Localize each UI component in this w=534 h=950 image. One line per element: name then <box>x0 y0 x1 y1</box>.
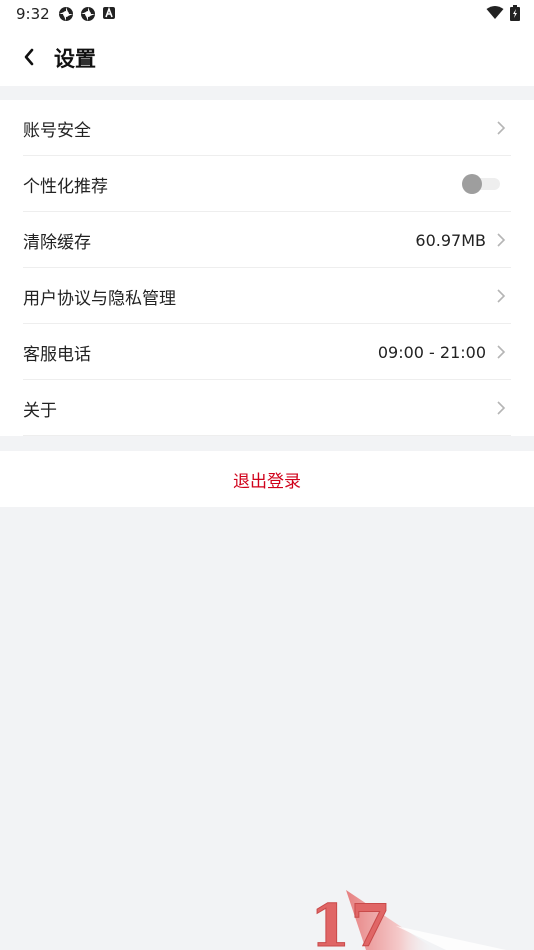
toggle-knob <box>462 174 482 194</box>
chevron-right-icon <box>497 289 506 303</box>
settings-item-label: 账号安全 <box>23 120 91 141</box>
cache-size-value: 60.97MB <box>415 230 486 250</box>
service-hours-value: 09:00 - 21:00 <box>377 342 486 362</box>
settings-item-label: 清除缓存 <box>23 232 91 253</box>
aperture-icon <box>81 7 95 21</box>
settings-item-label: 关于 <box>23 400 57 421</box>
watermark-logo: 17 <box>310 890 506 950</box>
aperture-icon <box>59 7 73 21</box>
status-icons-left <box>58 6 116 22</box>
settings-item-label: 个性化推荐 <box>23 176 108 197</box>
settings-item-about[interactable]: 关于 <box>0 380 534 436</box>
back-button[interactable] <box>14 42 44 72</box>
settings-list: 账号安全 个性化推荐 清除缓存 60.97MB 用户协议与隐私管理 客服电话 0… <box>0 100 534 436</box>
logout-label: 退出登录 <box>233 471 301 492</box>
status-icons-right <box>486 5 520 21</box>
status-bar: 9:32 <box>0 0 534 28</box>
settings-item-clear-cache[interactable]: 清除缓存 60.97MB <box>0 212 534 268</box>
settings-item-personalized-recommendation: 个性化推荐 <box>0 156 534 212</box>
settings-item-account-security[interactable]: 账号安全 <box>0 100 534 156</box>
settings-item-label: 客服电话 <box>23 344 91 365</box>
header: 设置 <box>0 28 534 86</box>
wifi-icon <box>486 6 504 19</box>
settings-item-user-agreement-privacy[interactable]: 用户协议与隐私管理 <box>0 268 534 324</box>
chevron-right-icon <box>497 401 506 415</box>
status-time: 9:32 <box>16 5 50 23</box>
settings-item-customer-service[interactable]: 客服电话 09:00 - 21:00 <box>0 324 534 380</box>
chevron-right-icon <box>497 345 506 359</box>
personalized-recommendation-toggle[interactable] <box>462 174 500 194</box>
chevron-right-icon <box>497 121 506 135</box>
settings-item-label: 用户协议与隐私管理 <box>23 288 176 309</box>
page-title: 设置 <box>54 47 96 71</box>
watermark-text: 17 <box>310 892 391 950</box>
logout-button[interactable]: 退出登录 <box>0 451 534 507</box>
chevron-left-icon <box>24 48 34 66</box>
a-box-icon <box>103 6 115 19</box>
battery-charging-icon <box>510 5 520 21</box>
chevron-right-icon <box>497 233 506 247</box>
